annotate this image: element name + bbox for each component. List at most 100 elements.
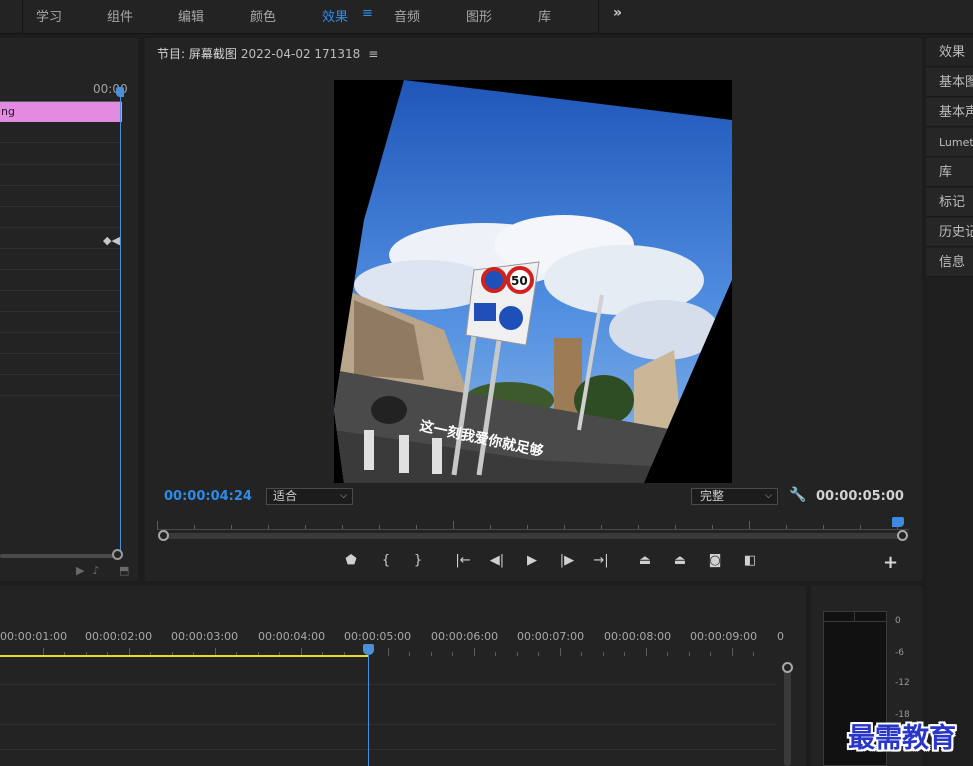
clip-bar[interactable]: ng xyxy=(0,102,122,122)
chevron-down-icon: ⌵ xyxy=(765,491,772,501)
video-preview[interactable]: 50 这一刻我爱你就足够 xyxy=(334,80,732,483)
panel-tab-essential-sound[interactable]: 基本声 xyxy=(926,98,973,127)
workspace-tab-editing[interactable]: 编辑 xyxy=(178,6,204,26)
property-row xyxy=(0,290,120,291)
workspace-tab-learn[interactable]: 学习 xyxy=(36,6,62,26)
timeline-ruler-label: 00:00:01:00 xyxy=(0,630,68,643)
lift-icon[interactable]: ⏏ xyxy=(634,551,656,571)
export-frame-camera-icon[interactable]: ◙ xyxy=(704,551,726,571)
property-row xyxy=(0,332,120,333)
panel-tab-libraries[interactable]: 库 xyxy=(926,158,973,187)
chevron-down-icon: ⌵ xyxy=(340,491,347,501)
program-playhead[interactable] xyxy=(892,517,904,527)
comparison-view-icon[interactable]: ◧ xyxy=(739,551,761,571)
workspace-tab-effects[interactable]: 效果 xyxy=(322,6,348,26)
go-to-out-icon[interactable]: →| xyxy=(590,551,612,571)
workspace-divider xyxy=(22,0,23,34)
step-forward-icon[interactable]: |▶ xyxy=(556,551,578,571)
workspace-tab-audio[interactable]: 音频 xyxy=(394,6,420,26)
workspace-bar: 学习 组件 编辑 颜色 效果 ≡ 音频 图形 库 » xyxy=(0,0,973,34)
property-row xyxy=(0,395,120,396)
track-divider xyxy=(0,749,775,750)
panel-tab-lumetri[interactable]: Lumetri xyxy=(926,128,973,157)
meter-scale-label: -6 xyxy=(895,648,904,658)
vertical-zoom-handle-icon[interactable] xyxy=(782,662,793,673)
program-monitor: 节目: 屏幕截图 2022-04-02 171318 ≡ 50 这一刻我爱你就足… xyxy=(145,38,922,581)
workspace-tab-color[interactable]: 颜色 xyxy=(250,6,276,26)
timeline-ruler-label: 00:00:05:00 xyxy=(344,630,412,643)
mark-in-icon[interactable]: { xyxy=(375,551,397,571)
duration-timecode: 00:00:05:00 xyxy=(816,489,904,504)
program-time-ruler[interactable] xyxy=(157,516,909,530)
button-editor-plus-icon[interactable]: + xyxy=(883,552,898,573)
timeline-ruler-label: 00:00:06:00 xyxy=(431,630,499,643)
meter-scale-label: 0 xyxy=(895,616,901,626)
zoom-handle-right-icon[interactable] xyxy=(897,530,908,541)
right-panel-stack: 效果 基本图 基本声 Lumetri 库 标记 历史记 信息 xyxy=(926,38,973,766)
property-row xyxy=(0,185,120,186)
property-row xyxy=(0,206,120,207)
property-row xyxy=(0,374,120,375)
playhead-handle-icon[interactable] xyxy=(116,87,124,97)
sequence-timestamp: 2022-04-02 171318 xyxy=(240,47,361,61)
property-row xyxy=(0,269,120,270)
panel-menu-icon[interactable]: ≡ xyxy=(368,47,378,61)
property-row xyxy=(0,142,120,143)
meter-scale-label: -12 xyxy=(895,678,910,688)
property-row xyxy=(0,164,120,165)
zoom-handle-left-icon[interactable] xyxy=(158,530,169,541)
workspace-menu-icon[interactable]: ≡ xyxy=(362,6,373,21)
timeline-panel: 00:00:01:00 00:00:02:00 00:00:03:00 00:0… xyxy=(0,586,806,766)
workspace-tab-graphics[interactable]: 图形 xyxy=(466,6,492,26)
zoom-handle-icon[interactable] xyxy=(112,549,123,560)
panel-tab-history[interactable]: 历史记 xyxy=(926,218,973,247)
extract-icon[interactable]: ⏏ xyxy=(669,551,691,571)
fit-dropdown[interactable]: 适合 ⌵ xyxy=(266,488,353,505)
step-back-icon[interactable]: ◀| xyxy=(486,551,508,571)
timeline-ruler-label: 00:00:09:00 xyxy=(690,630,758,643)
export-icons[interactable]: ▶♪ ⬒ xyxy=(76,564,137,577)
timeline-ruler-label: 00:00:03:00 xyxy=(171,630,239,643)
panel-tab-markers[interactable]: 标记 xyxy=(926,188,973,217)
timeline-ruler-label: 00:00:08:00 xyxy=(604,630,672,643)
add-marker-icon[interactable]: ⬟ xyxy=(340,551,362,571)
play-icon[interactable]: ▶ xyxy=(521,551,543,571)
video-frame: 50 这一刻我爱你就足够 xyxy=(334,80,732,483)
mark-out-icon[interactable]: } xyxy=(407,551,429,571)
property-row xyxy=(0,353,120,354)
fit-dropdown-value: 适合 xyxy=(273,489,298,503)
playhead-handle-icon[interactable] xyxy=(363,644,374,655)
work-area-bar[interactable] xyxy=(0,655,368,657)
program-zoom-scrollbar[interactable] xyxy=(163,533,903,539)
timeline-ruler-label: 00:00:04:00 xyxy=(258,630,326,643)
overflow-chevron-icon[interactable]: » xyxy=(613,5,622,21)
settings-wrench-icon[interactable]: 🔧 xyxy=(789,487,806,503)
panel-tab-info[interactable]: 信息 xyxy=(926,248,973,277)
property-row xyxy=(0,311,120,312)
speed-limit-text: 50 xyxy=(511,274,528,288)
program-monitor-title[interactable]: 节目: 屏幕截图 2022-04-02 171318 ≡ xyxy=(157,45,378,62)
property-row xyxy=(0,227,120,228)
timeline-ruler-label: 00:00:02:00 xyxy=(85,630,153,643)
effect-controls-playhead[interactable] xyxy=(120,90,121,552)
track-divider xyxy=(0,684,775,685)
program-title-text: 节目: 屏幕截图 xyxy=(157,47,237,61)
workspace-tab-assembly[interactable]: 组件 xyxy=(107,6,133,26)
workspace-tab-libraries[interactable]: 库 xyxy=(538,6,551,26)
playback-resolution-dropdown[interactable]: 完整 ⌵ xyxy=(691,488,778,505)
workspace-divider xyxy=(598,0,599,34)
effect-controls-scrollbar[interactable] xyxy=(0,554,118,558)
current-timecode[interactable]: 00:00:04:24 xyxy=(164,489,252,504)
effect-controls-panel: 00:00 ng ◆◀ ▶♪ ⬒ xyxy=(0,38,138,581)
panel-tab-effects[interactable]: 效果 xyxy=(926,38,973,67)
timeline-vertical-scrollbar[interactable] xyxy=(784,670,791,766)
property-row xyxy=(0,248,120,249)
watermark: 最需教育 xyxy=(848,723,956,754)
track-divider xyxy=(0,724,775,725)
go-to-in-icon[interactable]: |← xyxy=(452,551,474,571)
timeline-playhead[interactable] xyxy=(368,646,369,766)
timeline-ruler-label: 0 xyxy=(777,630,784,643)
timeline-ruler-label: 00:00:07:00 xyxy=(517,630,585,643)
keyframe-diamond-icon[interactable]: ◆◀ xyxy=(103,234,120,247)
panel-tab-essential-graphics[interactable]: 基本图 xyxy=(926,68,973,97)
